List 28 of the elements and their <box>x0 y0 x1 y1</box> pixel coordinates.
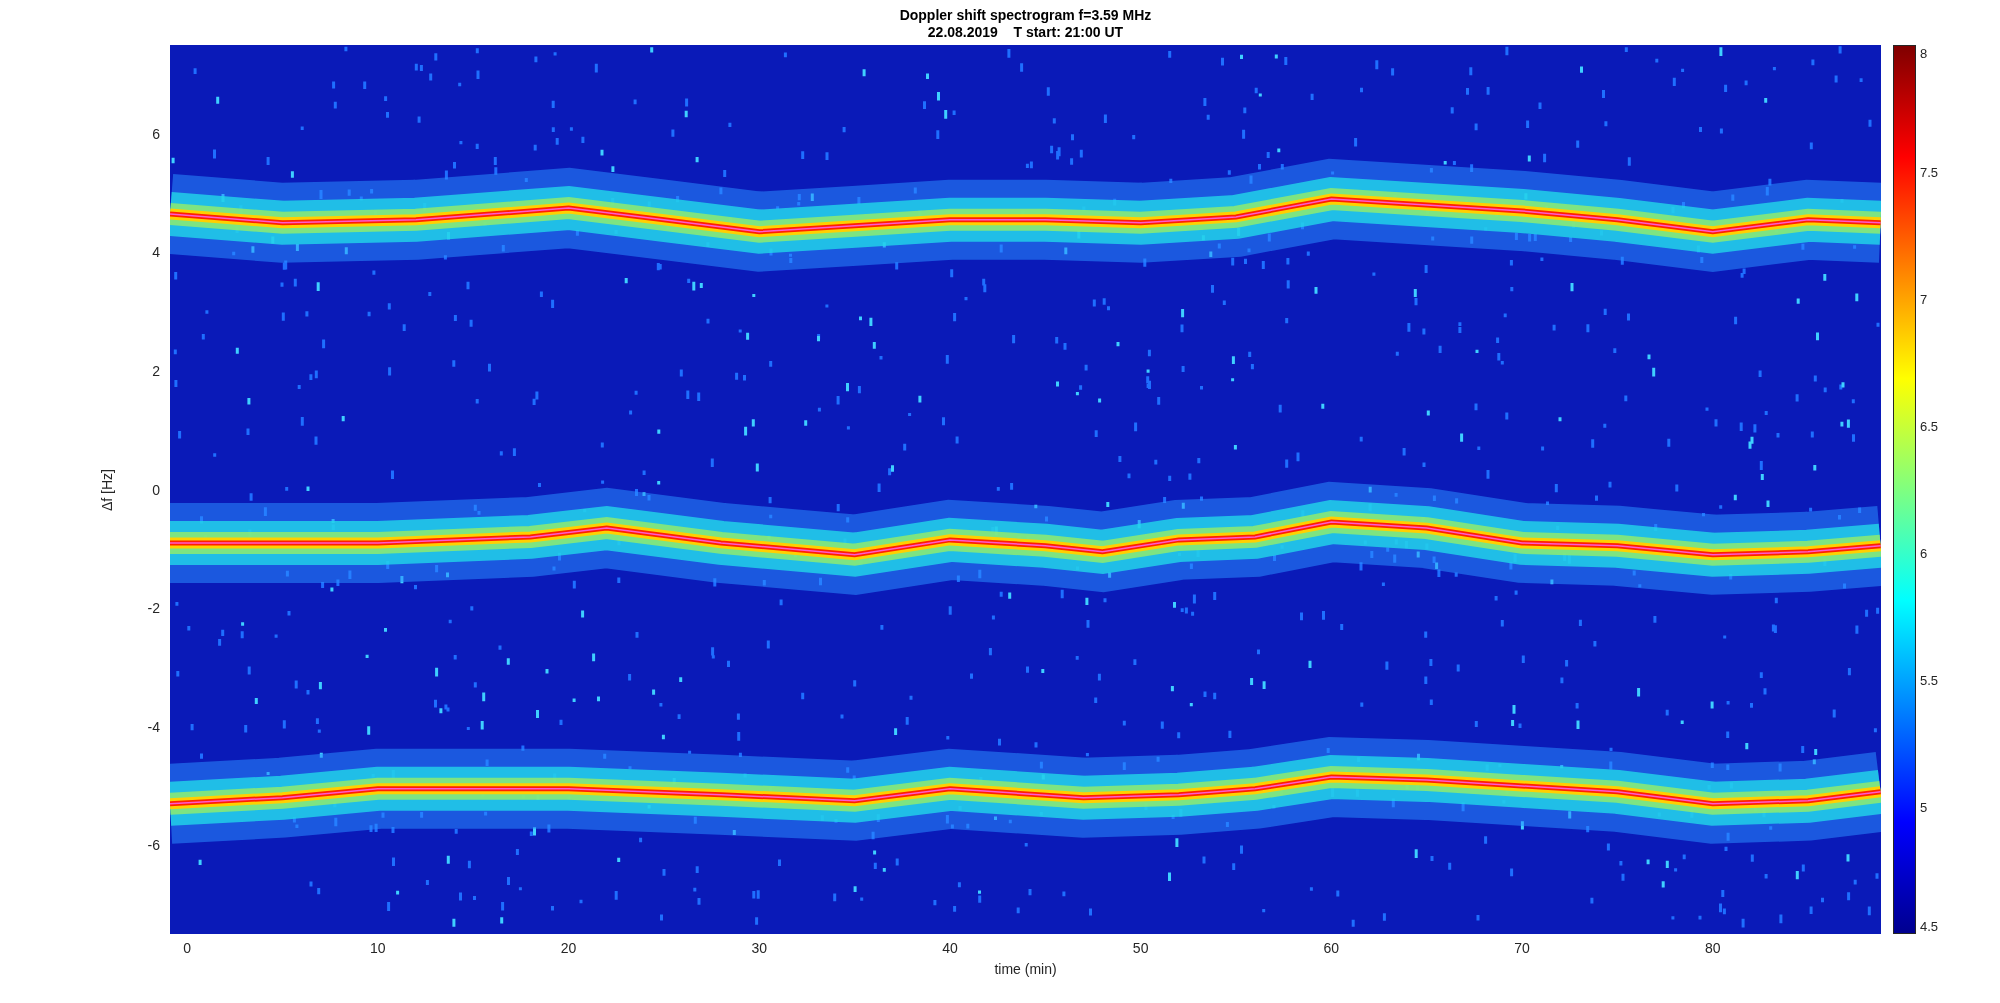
colorbar-tick-label: 6.5 <box>1920 418 1939 434</box>
x-tick-label: 10 <box>370 940 386 956</box>
y-tick-label: -2 <box>147 600 160 617</box>
colorbar-tick-label: 7 <box>1920 291 1928 307</box>
y-axis-label: Δf [Hz] <box>99 468 115 511</box>
colorbar-tick-label: 5.5 <box>1920 672 1939 688</box>
x-tick-label: 50 <box>1132 940 1149 956</box>
colorbar-tick-label: 4.5 <box>1920 918 1939 934</box>
colorbar-tick-label: 7.5 <box>1920 164 1939 180</box>
x-tick-label: 20 <box>560 940 577 956</box>
x-tick-label: 40 <box>942 940 958 956</box>
colorbar-tick-label: 8 <box>1920 45 1928 61</box>
y-tick-label: 4 <box>152 244 160 261</box>
colorbar-tick-label: 6 <box>1920 545 1928 561</box>
y-tick-label: 0 <box>152 481 160 498</box>
x-tick-label: 60 <box>1323 940 1340 956</box>
x-axis-label: time (min) <box>994 961 1057 977</box>
x-tick-label: 0 <box>183 940 192 956</box>
x-tick-label: 70 <box>1514 940 1530 956</box>
x-tick-label: 80 <box>1704 940 1721 956</box>
chart-subtitle: 22.08.2019 T start: 21:00 UT <box>927 23 1124 41</box>
y-tick-label: 2 <box>152 363 160 379</box>
y-tick-label: -6 <box>147 837 160 854</box>
y-tick-label: -4 <box>147 718 160 735</box>
x-tick-label: 30 <box>751 940 768 956</box>
y-tick-label: 6 <box>152 125 160 142</box>
chart-title: Doppler shift spectrogram f=3.59 MHz <box>899 6 1152 24</box>
colorbar-tick-label: 5 <box>1920 799 1928 815</box>
